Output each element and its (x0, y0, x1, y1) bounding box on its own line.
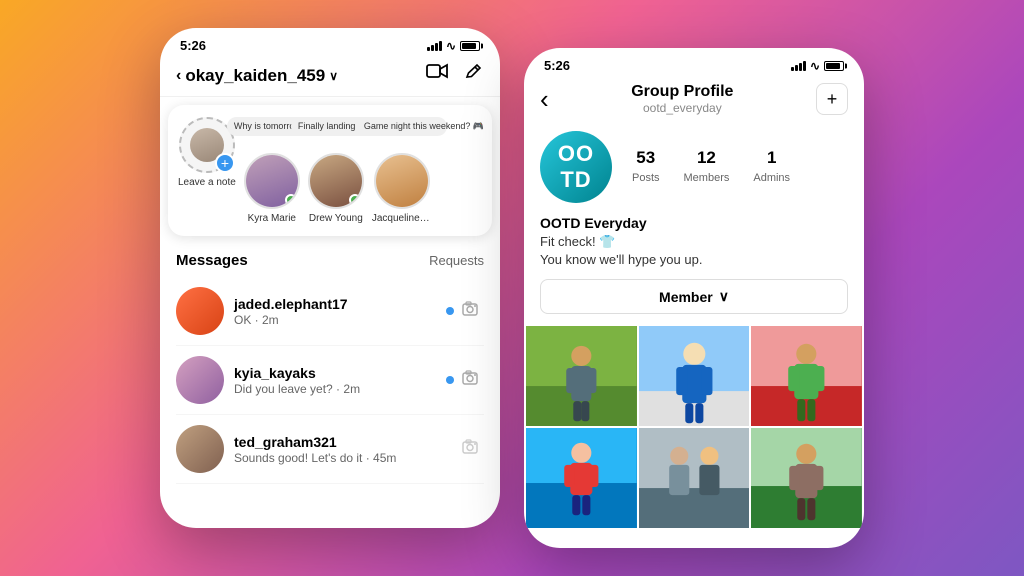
messages-header: Messages Requests (176, 244, 484, 277)
member-button[interactable]: Member ∨ (540, 279, 848, 314)
camera-icon-2[interactable] (462, 370, 484, 391)
group-profile-area: OOTD 53 Posts 12 Members 1 Admins (524, 119, 864, 215)
messages-section: Messages Requests jaded.elephant17 OK · … (160, 244, 500, 484)
story-drew[interactable]: Finally landing in NYC! ❤️ Drew Young (308, 153, 364, 224)
time-right: 5:26 (544, 58, 570, 73)
msg-username-2: kyia_kayaks (234, 365, 436, 381)
photo-grid (524, 326, 864, 528)
chevron-down-icon: ∨ (329, 69, 338, 83)
battery-icon-r (824, 61, 844, 71)
edit-icon[interactable] (464, 63, 484, 88)
status-bar-right: 5:26 ∿ (524, 48, 864, 77)
left-phone: 5:26 ∿ ‹ okay_kaiden_459 ∨ (160, 28, 500, 528)
back-button[interactable]: ‹ (540, 84, 549, 115)
msg-content-1: jaded.elephant17 OK · 2m (234, 296, 436, 327)
photo-cell-5[interactable] (639, 428, 750, 528)
add-note-label: Leave a note (178, 177, 236, 188)
jacqueline-note: Game night this weekend? 🎮 (357, 117, 447, 136)
unread-dot-1 (446, 307, 454, 315)
stories-row: + Leave a note Why is tomorrow Monday!? … (168, 105, 492, 236)
status-icons-left: ∿ (427, 39, 480, 53)
time-left: 5:26 (180, 38, 206, 53)
nav-action-icons (426, 63, 484, 88)
drew-label: Drew Young (309, 213, 363, 224)
member-label: Member (659, 289, 713, 305)
camera-icon-1[interactable] (462, 301, 484, 322)
stat-admins: 1 Admins (753, 148, 790, 186)
msg-username-1: jaded.elephant17 (234, 296, 436, 312)
add-button[interactable]: + (816, 83, 848, 115)
msg-actions-3 (462, 439, 484, 460)
group-name: OOTD Everyday (540, 215, 848, 231)
stat-posts-label: Posts (632, 172, 660, 184)
msg-content-3: ted_graham321 Sounds good! Let's do it ·… (234, 434, 452, 465)
stat-admins-label: Admins (753, 172, 790, 184)
kyra-label: Kyra Marie (248, 213, 296, 224)
group-desc-line1: Fit check! 👕 (540, 234, 615, 249)
msg-avatar-2 (176, 356, 224, 404)
signal-icon-r (791, 61, 806, 71)
member-chevron-icon: ∨ (719, 288, 729, 305)
photo-cell-4[interactable] (526, 428, 637, 528)
nav-header: ‹ okay_kaiden_459 ∨ (160, 57, 500, 97)
group-title: Group Profile (631, 83, 733, 101)
group-info: OOTD Everyday Fit check! 👕 You know we'l… (524, 215, 864, 279)
stat-posts-number: 53 (632, 148, 660, 168)
signal-icon (427, 41, 442, 51)
msg-preview-2: Did you leave yet? · 2m (234, 382, 436, 396)
wifi-icon: ∿ (446, 39, 456, 53)
msg-username-3: ted_graham321 (234, 434, 452, 450)
battery-icon (460, 41, 480, 51)
photo-cell-2[interactable] (639, 326, 750, 426)
messages-title: Messages (176, 252, 248, 269)
group-nav: ‹ Group Profile ootd_everyday + (524, 77, 864, 119)
group-avatar: OOTD (540, 131, 612, 203)
msg-avatar-3 (176, 425, 224, 473)
status-icons-right: ∿ (791, 59, 844, 73)
msg-content-2: kyia_kayaks Did you leave yet? · 2m (234, 365, 436, 396)
stat-members-label: Members (684, 172, 730, 184)
message-item-3[interactable]: ted_graham321 Sounds good! Let's do it ·… (176, 415, 484, 484)
requests-link[interactable]: Requests (429, 253, 484, 268)
photo-cell-1[interactable] (526, 326, 637, 426)
story-jacqueline[interactable]: Game night this weekend? 🎮 Jacqueline La… (372, 153, 432, 224)
video-icon[interactable] (426, 63, 448, 88)
msg-actions-2 (446, 370, 484, 391)
message-item-1[interactable]: jaded.elephant17 OK · 2m (176, 277, 484, 346)
msg-avatar-1 (176, 287, 224, 335)
photo-cell-6[interactable] (751, 428, 862, 528)
message-item-2[interactable]: kyia_kayaks Did you leave yet? · 2m (176, 346, 484, 415)
right-phone: 5:26 ∿ ‹ Group Profile ootd_everyday + O… (524, 48, 864, 548)
msg-preview-3: Sounds good! Let's do it · 45m (234, 451, 452, 465)
nav-username[interactable]: ‹ okay_kaiden_459 ∨ (176, 66, 338, 86)
stat-posts: 53 Posts (632, 148, 660, 186)
group-title-section: Group Profile ootd_everyday (631, 83, 733, 115)
msg-preview-1: OK · 2m (234, 313, 436, 327)
group-desc: Fit check! 👕 You know we'll hype you up. (540, 233, 848, 269)
photo-cell-3[interactable] (751, 326, 862, 426)
stat-admins-number: 1 (753, 148, 790, 168)
wifi-icon-r: ∿ (810, 59, 820, 73)
group-stats: 53 Posts 12 Members 1 Admins (632, 148, 790, 186)
unread-dot-2 (446, 376, 454, 384)
stat-members-number: 12 (684, 148, 730, 168)
camera-icon-3[interactable] (462, 439, 484, 460)
jacqueline-label: Jacqueline Lam (372, 213, 432, 224)
stat-members: 12 Members (684, 148, 730, 186)
status-bar-left: 5:26 ∿ (160, 28, 500, 57)
group-desc-line2: You know we'll hype you up. (540, 252, 702, 267)
story-kyra[interactable]: Why is tomorrow Monday!? 😅 Kyra Marie (244, 153, 300, 224)
group-subtitle: ootd_everyday (631, 101, 733, 115)
msg-actions-1 (446, 301, 484, 322)
